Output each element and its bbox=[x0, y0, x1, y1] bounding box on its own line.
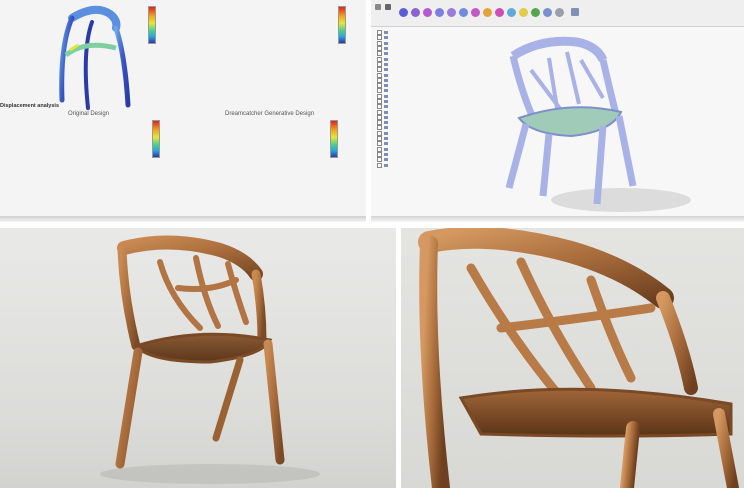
chair-photo-closeup bbox=[401, 228, 744, 488]
displacement-section-title: Displacement analysis bbox=[0, 103, 60, 109]
generative-design-label: Dreamcatcher Generative Design bbox=[225, 111, 315, 117]
displacement-scale-generative bbox=[330, 120, 338, 158]
stress-scale-generative bbox=[338, 6, 346, 44]
stress-scale-original bbox=[148, 6, 156, 44]
analysis-panel: Displacement analysis Original Design Dr… bbox=[0, 0, 366, 222]
original-design-label: Original Design bbox=[68, 111, 110, 117]
panel-shadow bbox=[371, 216, 744, 222]
cad-panel bbox=[371, 0, 744, 222]
panel-shadow bbox=[0, 216, 366, 222]
wooden-chair-image bbox=[100, 235, 320, 484]
chair-photo-full bbox=[0, 228, 396, 488]
displacement-scale-original bbox=[152, 120, 160, 158]
wooden-chair-detail-image bbox=[418, 228, 739, 488]
original-stress-model bbox=[59, 5, 131, 110]
cad-chair-model bbox=[505, 36, 691, 212]
